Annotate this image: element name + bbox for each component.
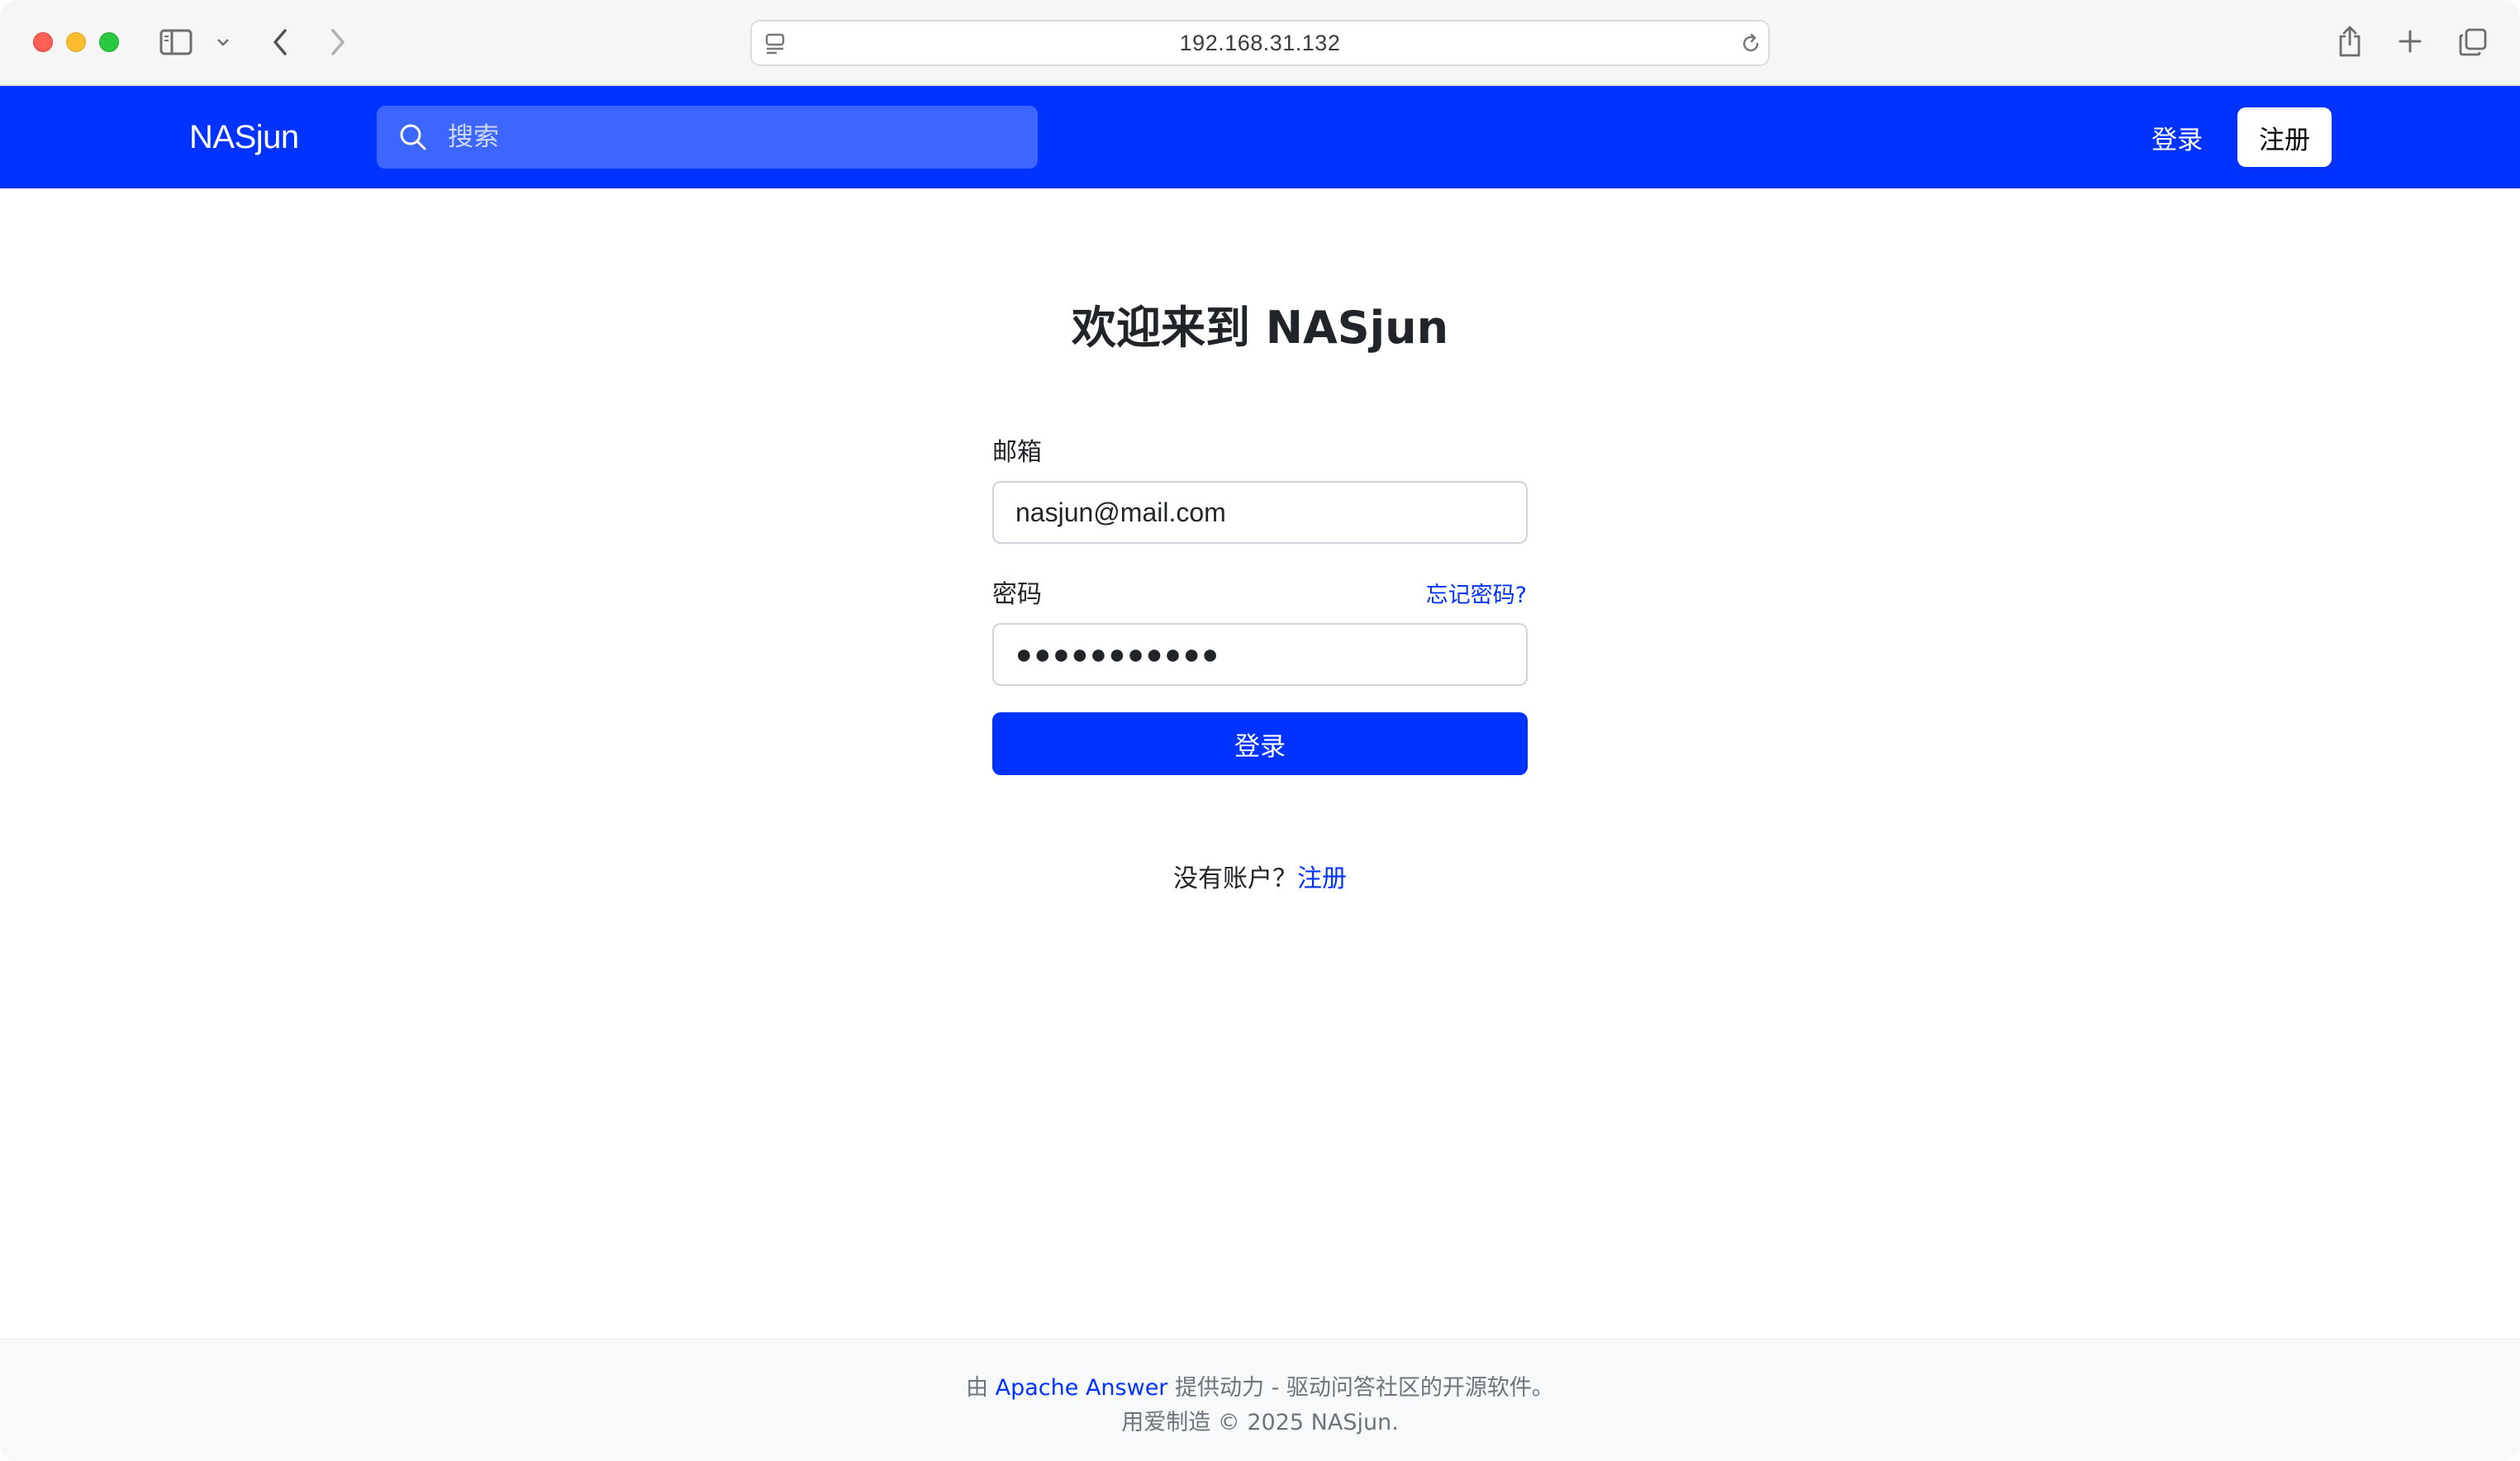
email-label: 邮箱 [992,438,1042,467]
powered-suffix: 提供动力 - 驱动问答社区的开源软件。 [1175,1375,1554,1401]
browser-toolbar: 192.168.31.132 [0,0,2520,86]
zoom-window-button[interactable] [99,32,119,52]
no-account-text: 没有账户？ [1173,864,1297,893]
nav-login-link[interactable]: 登录 [2132,86,2223,188]
page-title: 欢迎来到 NASjun [1071,302,1449,354]
email-field[interactable] [992,481,1528,544]
login-submit-button[interactable]: 登录 [992,712,1528,775]
chevron-down-icon[interactable] [213,33,233,51]
site-footer: 由 Apache Answer 提供动力 - 驱动问答社区的开源软件。 用爱制造… [0,1339,2520,1461]
site-navbar: NASjun 登录 注册 [0,86,2520,188]
signup-prompt: 没有账户？注册 [0,858,2520,894]
powered-prefix: 由 [966,1375,989,1401]
url-text: 192.168.31.132 [1179,30,1341,55]
forgot-password-link[interactable]: 忘记密码? [1426,577,1527,609]
forward-arrow-icon[interactable] [326,25,350,59]
nav-signup-button[interactable]: 注册 [2237,107,2332,167]
sidebar-toggle-icon[interactable] [159,26,193,59]
powered-by-line: 由 Apache Answer 提供动力 - 驱动问答社区的开源软件。 [0,1369,2520,1402]
search-bar[interactable] [377,106,1038,169]
reload-icon[interactable] [1738,31,1763,56]
tab-overview-icon[interactable] [2457,26,2489,58]
back-arrow-icon[interactable] [268,25,292,59]
share-icon[interactable] [2335,23,2365,59]
site-logo[interactable]: NASjun [189,86,299,188]
close-window-button[interactable] [33,32,53,52]
signup-link[interactable]: 注册 [1297,864,1347,893]
password-label: 密码 [992,580,1042,609]
browser-window: 192.168.31.132 NASjun 登录 注册 欢迎来到 NASjun … [0,0,2520,1461]
search-input[interactable] [448,106,1018,169]
copyright-line: 用爱制造 © 2025 NASjun. [1121,1410,1399,1435]
address-bar[interactable]: 192.168.31.132 [750,20,1770,66]
apache-answer-link[interactable]: Apache Answer [996,1375,1168,1401]
password-field[interactable]: ●●●●●●●●●●● [992,623,1528,686]
search-icon [397,121,430,158]
minimize-window-button[interactable] [66,32,86,52]
new-tab-plus-icon[interactable] [2396,26,2424,56]
